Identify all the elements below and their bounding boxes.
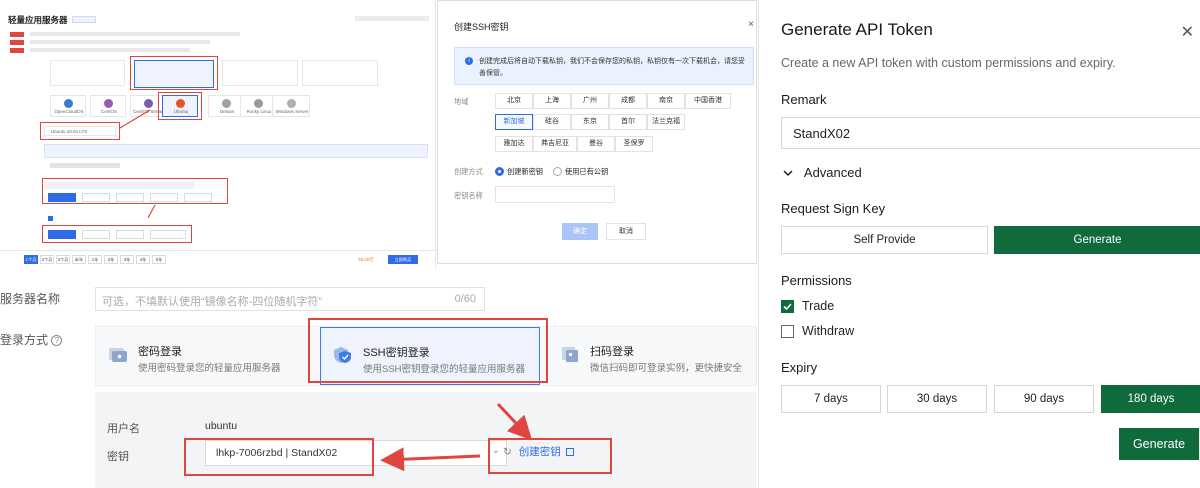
region-option[interactable]: 圣保罗	[615, 136, 653, 152]
annotation-arrows	[119, 109, 156, 219]
region-option[interactable]: 首尔	[609, 114, 647, 130]
region-option[interactable]: 弗吉尼亚	[533, 136, 577, 152]
close-icon[interactable]: ✕	[1181, 22, 1194, 42]
region-option[interactable]: 上海	[533, 93, 571, 109]
advanced-label: Advanced	[803, 165, 862, 180]
keyname-input[interactable]	[495, 186, 615, 203]
generate-token-button[interactable]: Generate	[1119, 428, 1199, 460]
info-banner: i 创建完成后将自动下载私钥，我们不会保存您的私钥，私钥仅有一次下载机会，请您妥…	[454, 47, 754, 85]
radio-new-key-label: 创建新密钥	[507, 167, 543, 176]
check-icon	[783, 303, 792, 311]
confirm-button[interactable]: 确定	[562, 223, 598, 240]
expiry-180-days[interactable]: 180 days	[1101, 385, 1200, 413]
remark-label: Remark	[781, 92, 827, 107]
region-option[interactable]: 法兰克福	[647, 114, 685, 130]
server-form-zoom: 服务器名称 可选，不填默认使用“镜像名称-四位随机字符” 0/60 登录方式 ?…	[0, 270, 757, 488]
remark-field[interactable]	[781, 117, 1200, 149]
annotation-arrows	[380, 402, 533, 472]
radio-new-key[interactable]	[495, 167, 504, 176]
region-option[interactable]: 曼谷	[577, 136, 615, 152]
panel-title: Generate API Token	[781, 20, 933, 39]
region-option[interactable]: 成都	[609, 93, 647, 109]
advanced-toggle[interactable]: Advanced	[783, 165, 862, 180]
panel-subtitle: Create a new API token with custom permi…	[781, 56, 1116, 70]
remark-input[interactable]	[782, 118, 1200, 148]
sign-key-generate[interactable]: Generate	[994, 226, 1200, 254]
generate-api-token-panel: Generate API Token ✕ Create a new API to…	[758, 0, 1200, 488]
region-option[interactable]: 雅加达	[495, 136, 533, 152]
region-option[interactable]: 东京	[571, 114, 609, 130]
info-icon: i	[465, 57, 473, 65]
permissions-label: Permissions	[781, 273, 852, 288]
expiry-7-days[interactable]: 7 days	[781, 385, 881, 413]
cancel-button[interactable]: 取消	[606, 223, 646, 240]
region-label: 地域	[454, 97, 469, 106]
expiry-90-days[interactable]: 90 days	[994, 385, 1094, 413]
keyname-label: 密钥名称	[454, 191, 483, 200]
info-text: 创建完成后将自动下载私钥，我们不会保存您的私钥，私钥仅有一次下载机会，请您妥善保…	[479, 58, 745, 77]
expiry-30-days[interactable]: 30 days	[887, 385, 987, 413]
radio-existing-key[interactable]	[553, 167, 562, 176]
region-option[interactable]: 南京	[647, 93, 685, 109]
radio-existing-key-label: 使用已有公钥	[565, 167, 609, 176]
sign-key-self-provide[interactable]: Self Provide	[781, 226, 988, 254]
region-option[interactable]: 中国香港	[685, 93, 731, 109]
trade-checkbox[interactable]	[781, 300, 794, 313]
region-option[interactable]: 硅谷	[533, 114, 571, 130]
trade-label: Trade	[802, 299, 835, 313]
region-option[interactable]: 北京	[495, 93, 533, 109]
withdraw-label: Withdraw	[802, 324, 855, 338]
region-option[interactable]: 广州	[571, 93, 609, 109]
method-label: 创建方式	[454, 167, 483, 176]
create-ssh-key-dialog: 创建SSH密钥 × i 创建完成后将自动下载私钥，我们不会保存您的私钥，私钥仅有…	[437, 0, 757, 264]
withdraw-checkbox[interactable]	[781, 325, 794, 338]
sign-key-label: Request Sign Key	[781, 201, 886, 216]
close-icon[interactable]: ×	[748, 19, 754, 30]
expiry-label: Expiry	[781, 360, 818, 375]
dialog-title: 创建SSH密钥	[454, 22, 509, 32]
purchase-page-thumbnail: 轻量应用服务器 OpenCloudOS CentOS CentOS Stream	[0, 0, 436, 268]
chevron-down-icon	[783, 170, 793, 177]
region-option-selected[interactable]: 新加坡	[495, 114, 533, 130]
